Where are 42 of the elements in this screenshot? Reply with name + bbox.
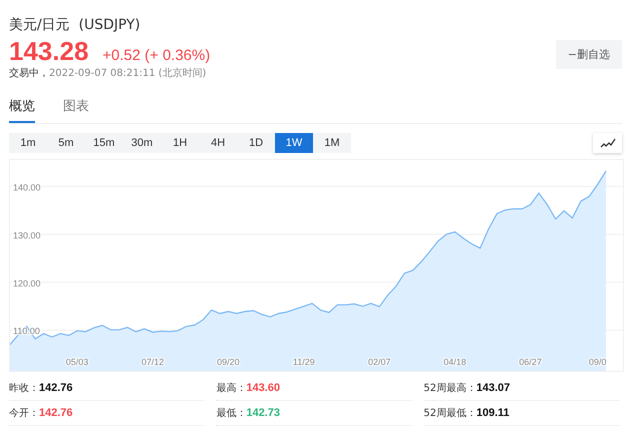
period-button[interactable]: 4H	[199, 133, 237, 153]
stat-label: 昨收：	[9, 383, 39, 394]
stat-value: 142.76	[39, 382, 73, 394]
x-axis-label: 02/07	[368, 357, 391, 367]
line-chart-icon	[600, 137, 616, 149]
period-button[interactable]: 1m	[9, 133, 47, 153]
price: 143.28	[9, 36, 89, 66]
period-button[interactable]: 15m	[85, 133, 123, 153]
stat-value: 109.11	[476, 407, 510, 419]
trading-status: 交易中，	[9, 68, 49, 79]
stat-label: 最低：	[216, 408, 246, 419]
x-axis-label: 04/18	[444, 357, 466, 367]
y-axis-label: 140.00	[13, 182, 41, 192]
stat-label: 最高：	[216, 383, 246, 394]
tab[interactable]: 图表	[63, 94, 89, 123]
stat-value: 143.07	[476, 382, 510, 394]
period-button[interactable]: 1D	[237, 133, 275, 153]
y-axis-label: 120.00	[13, 278, 41, 288]
period-button[interactable]: 30m	[123, 133, 161, 153]
remove-watchlist-button[interactable]: −删自选	[556, 40, 622, 69]
x-axis-label: 09/20	[217, 357, 240, 367]
tab[interactable]: 概览	[9, 94, 35, 123]
x-axis-label: 05/03	[66, 357, 88, 367]
x-axis-label: 07/12	[141, 357, 164, 367]
stat-value: 142.73	[246, 407, 280, 419]
price-change: +0.52 (+ 0.36%)	[102, 47, 210, 64]
x-axis-label: 09/0	[588, 357, 606, 367]
x-axis-label: 11/29	[292, 357, 315, 367]
stat-label: 52周最低：	[424, 408, 476, 419]
stat-label: 今开：	[9, 408, 39, 419]
period-button[interactable]: 1M	[313, 133, 351, 153]
period-button[interactable]: 1W	[275, 133, 313, 153]
stat-value: 143.60	[246, 382, 280, 394]
chart-type-button[interactable]	[593, 133, 622, 153]
x-axis-label: 06/27	[519, 357, 542, 367]
stat-label: 52周最高：	[424, 383, 476, 394]
instrument-title: 美元/日元 (USDJPY)	[9, 16, 142, 35]
period-button[interactable]: 1H	[161, 133, 199, 153]
y-axis-label: 130.00	[13, 230, 41, 240]
period-button[interactable]: 5m	[47, 133, 85, 153]
timestamp: 2022-09-07 08:21:11 (北京时间)	[49, 68, 206, 79]
stat-value: 142.76	[39, 407, 73, 419]
